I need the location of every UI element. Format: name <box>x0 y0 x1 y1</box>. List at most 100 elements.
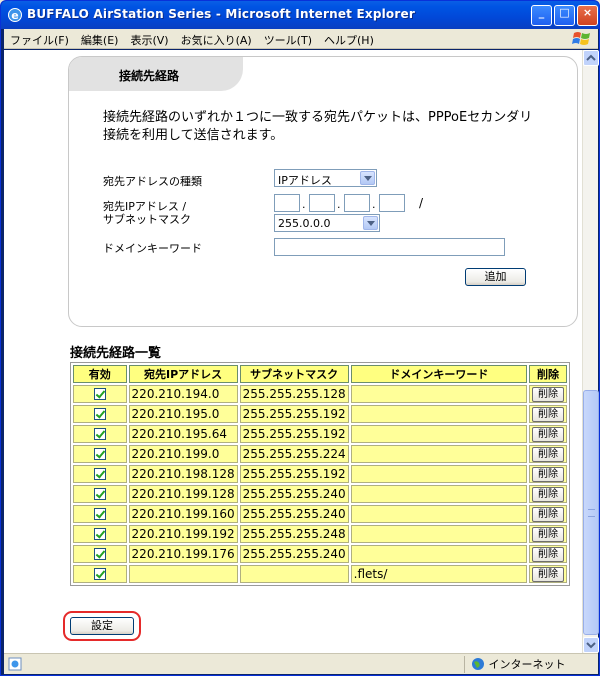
windows-logo-icon <box>572 32 590 45</box>
table-row: 220.210.194.0 255.255.255.128 削除 <box>73 385 567 403</box>
table-row: 220.210.198.128 255.255.255.192 削除 <box>73 465 567 483</box>
chevron-down-icon <box>360 171 375 185</box>
mask-cell: 255.255.255.192 <box>239 465 349 483</box>
vertical-scrollbar[interactable] <box>582 50 599 653</box>
minimize-button[interactable]: _ <box>531 5 552 26</box>
globe-icon <box>472 658 484 670</box>
enabled-checkbox[interactable] <box>93 388 106 400</box>
subnet-mask-value: 255.0.0.0 <box>278 217 331 230</box>
chevron-down-icon <box>363 216 378 230</box>
domain-cell <box>350 405 527 423</box>
enabled-checkbox[interactable] <box>93 548 106 560</box>
ip-dot: . <box>372 198 376 211</box>
setup-button[interactable]: 設定 <box>70 617 134 635</box>
enabled-checkbox[interactable] <box>93 528 106 540</box>
table-row: 220.210.199.192 255.255.255.248 削除 <box>73 525 567 543</box>
domain-cell: .flets/ <box>350 565 527 583</box>
subnet-mask-label: サブネットマスク <box>103 213 191 226</box>
ip-cell: 220.210.199.160 <box>128 505 238 523</box>
mask-cell: 255.255.255.240 <box>239 505 349 523</box>
ip-octet-1-input[interactable] <box>274 194 300 212</box>
delete-button[interactable]: 削除 <box>531 447 564 462</box>
column-header-ip: 宛先IPアドレス <box>128 365 238 383</box>
delete-button[interactable]: 削除 <box>531 567 564 582</box>
domain-keyword-label: ドメインキーワード <box>103 242 202 255</box>
ip-dot: . <box>302 198 306 211</box>
delete-button[interactable]: 削除 <box>531 487 564 502</box>
mask-cell: 255.255.255.192 <box>239 405 349 423</box>
delete-button[interactable]: 削除 <box>531 387 564 402</box>
ip-cell: 220.210.195.64 <box>128 425 238 443</box>
ip-cell: 220.210.199.128 <box>128 485 238 503</box>
route-table: 有効 宛先IPアドレス サブネットマスク ドメインキーワード 削除 220.21… <box>70 362 570 586</box>
enabled-checkbox[interactable] <box>93 488 106 500</box>
mask-cell: 255.255.255.128 <box>239 385 349 403</box>
svg-text:e: e <box>11 9 18 22</box>
enabled-checkbox[interactable] <box>93 508 106 520</box>
enabled-checkbox[interactable] <box>93 468 106 480</box>
maximize-button[interactable]: □ <box>554 5 575 26</box>
scroll-up-arrow[interactable] <box>583 50 599 66</box>
page-status-icon <box>8 657 22 671</box>
delete-button[interactable]: 削除 <box>531 507 564 522</box>
security-zone: インターネット <box>464 656 594 673</box>
table-header-row: 有効 宛先IPアドレス サブネットマスク ドメインキーワード 削除 <box>73 365 567 383</box>
delete-button[interactable]: 削除 <box>531 427 564 442</box>
enabled-checkbox[interactable] <box>93 448 106 460</box>
table-row: 220.210.199.160 255.255.255.240 削除 <box>73 505 567 523</box>
menu-tools[interactable]: ツール(T) <box>258 29 318 48</box>
ip-cell: 220.210.194.0 <box>128 385 238 403</box>
table-row: 220.210.199.176 255.255.255.240 削除 <box>73 545 567 563</box>
ip-octet-3-input[interactable] <box>344 194 370 212</box>
table-row: 220.210.195.64 255.255.255.192 削除 <box>73 425 567 443</box>
domain-cell <box>350 545 527 563</box>
window-title: BUFFALO AirStation Series - Microsoft In… <box>27 7 415 21</box>
route-list-title: 接続先経路一覧 <box>70 346 162 361</box>
ip-cell: 220.210.195.0 <box>128 405 238 423</box>
title-bar: e BUFFALO AirStation Series - Microsoft … <box>1 1 599 29</box>
panel-tab: 接続先経路 <box>69 57 243 91</box>
close-button[interactable]: × <box>577 5 598 26</box>
ip-mask-separator: / <box>419 196 424 210</box>
subnet-mask-select[interactable]: 255.0.0.0 <box>274 214 380 232</box>
table-row: .flets/ 削除 <box>73 565 567 583</box>
status-bar: インターネット <box>4 653 598 674</box>
column-header-mask: サブネットマスク <box>239 365 349 383</box>
panel-title: 接続先経路 <box>119 69 180 83</box>
ip-cell: 220.210.198.128 <box>128 465 238 483</box>
domain-cell <box>350 425 527 443</box>
enabled-checkbox[interactable] <box>93 408 106 420</box>
column-header-enabled: 有効 <box>73 365 127 383</box>
ip-cell: 220.210.199.176 <box>128 545 238 563</box>
domain-cell <box>350 445 527 463</box>
delete-button[interactable]: 削除 <box>531 547 564 562</box>
menu-help[interactable]: ヘルプ(H) <box>318 29 380 48</box>
mask-cell: 255.255.255.240 <box>239 545 349 563</box>
domain-cell <box>350 465 527 483</box>
enabled-checkbox[interactable] <box>93 428 106 440</box>
address-type-select[interactable]: IPアドレス <box>274 169 377 187</box>
scroll-thumb[interactable] <box>583 390 599 635</box>
panel-description: 接続先経路のいずれか１つに一致する宛先パケットは、PPPoEセカンダリ接続を利用… <box>103 110 533 143</box>
add-button[interactable]: 追加 <box>465 268 526 286</box>
delete-button[interactable]: 削除 <box>531 527 564 542</box>
domain-keyword-input[interactable] <box>274 238 505 256</box>
menu-view[interactable]: 表示(V) <box>124 29 174 48</box>
menu-edit[interactable]: 編集(E) <box>75 29 125 48</box>
domain-cell <box>350 525 527 543</box>
menu-file[interactable]: ファイル(F) <box>4 29 75 48</box>
table-row: 220.210.195.0 255.255.255.192 削除 <box>73 405 567 423</box>
delete-button[interactable]: 削除 <box>531 407 564 422</box>
ip-octet-2-input[interactable] <box>309 194 335 212</box>
enabled-checkbox[interactable] <box>93 568 106 580</box>
address-type-value: IPアドレス <box>278 174 332 187</box>
ip-cell <box>128 565 238 583</box>
chevron-up-icon <box>586 54 596 61</box>
scroll-down-arrow[interactable] <box>583 637 599 653</box>
mask-cell: 255.255.255.224 <box>239 445 349 463</box>
chevron-down-icon <box>586 642 596 649</box>
menu-bar: ファイル(F) 編集(E) 表示(V) お気に入り(A) ツール(T) ヘルプ(H) <box>4 29 598 49</box>
ip-octet-4-input[interactable] <box>379 194 405 212</box>
menu-favorites[interactable]: お気に入り(A) <box>175 29 258 48</box>
delete-button[interactable]: 削除 <box>531 467 564 482</box>
